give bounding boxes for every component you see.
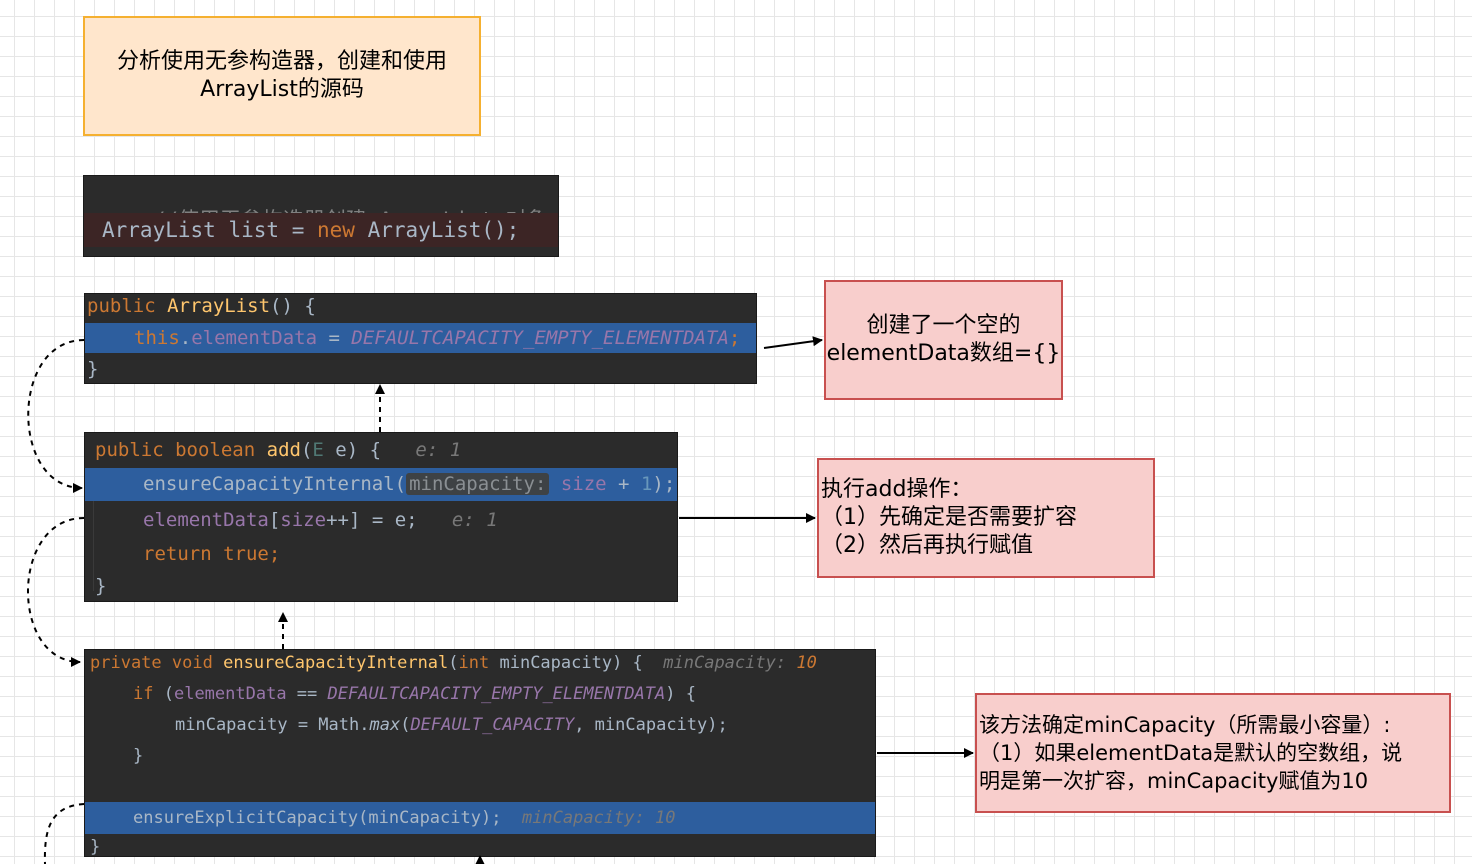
- dashed-curve-ctor-to-add: [27, 339, 85, 493]
- dashed-curve-add-to-eci: [27, 517, 85, 667]
- connector-layer: [27, 336, 974, 864]
- dashed-curve-eci-continues: [43, 803, 85, 864]
- arrow-ctor-to-note: [763, 336, 823, 349]
